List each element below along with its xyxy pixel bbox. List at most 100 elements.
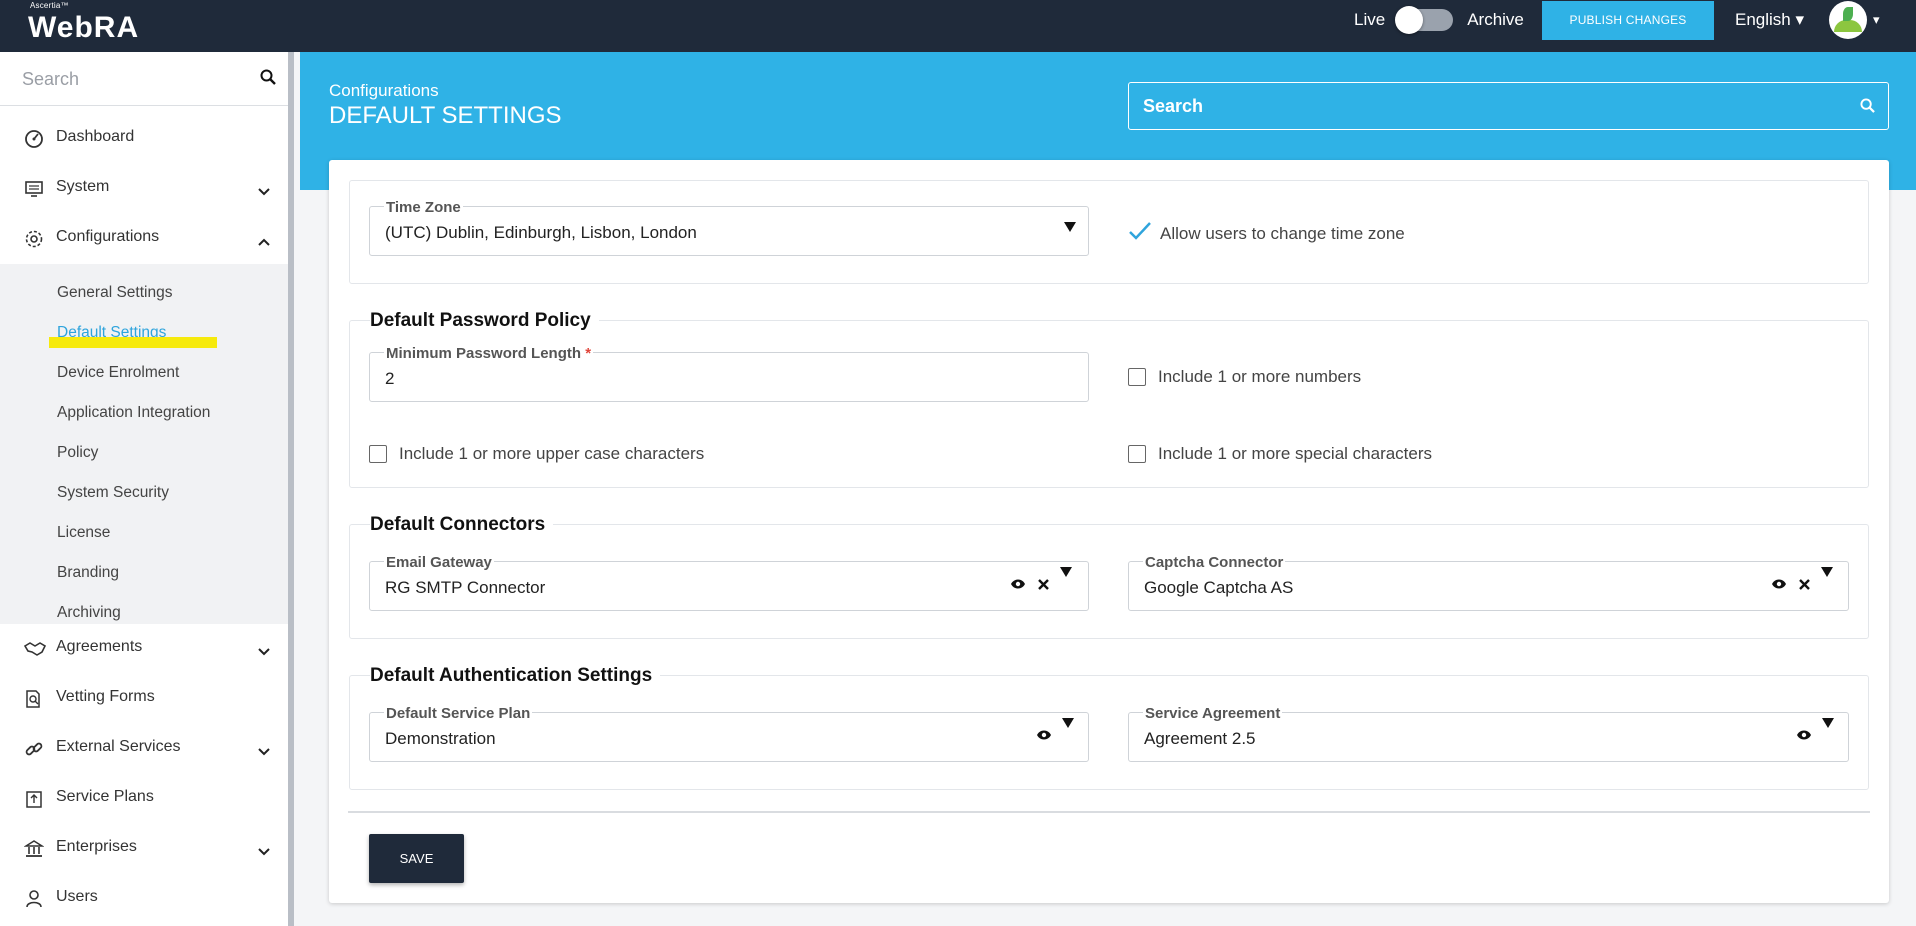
include-special-label: Include 1 or more special characters	[1158, 444, 1433, 463]
sidebar-item-label: System	[56, 178, 110, 195]
archive-label: Archive	[1467, 10, 1524, 29]
chevron-down-icon[interactable]	[258, 643, 270, 661]
language-selector[interactable]: English ▾	[1735, 10, 1804, 30]
main-search-input[interactable]	[1143, 93, 1833, 119]
main-search	[1128, 82, 1889, 130]
chevron-down-icon[interactable]: ▾	[1873, 12, 1880, 28]
timezone-value: (UTC) Dublin, Edinburgh, Lisbon, London	[385, 223, 697, 242]
sidebar-item-service-plans[interactable]: Service Plans	[0, 778, 288, 818]
eye-icon[interactable]	[1771, 577, 1787, 595]
dropdown-caret-icon[interactable]	[1060, 567, 1072, 595]
publish-changes-button[interactable]: PUBLISH CHANGES	[1542, 1, 1714, 40]
breadcrumb[interactable]: Configurations	[329, 81, 439, 101]
sidebar-item-external-services[interactable]: External Services	[0, 728, 288, 768]
chevron-down-icon[interactable]	[258, 843, 270, 861]
sidebar-item-system[interactable]: System	[0, 168, 288, 208]
plan-icon	[24, 789, 44, 809]
user-menu[interactable]: ▾	[1829, 1, 1880, 39]
sidebar-item-dashboard[interactable]: Dashboard	[0, 118, 288, 158]
min-password-length-text: Minimum Password Length	[386, 345, 582, 362]
include-uppercase-checkbox[interactable]: Include 1 or more upper case characters	[369, 444, 704, 464]
sidebar-item-label: Dashboard	[56, 128, 135, 145]
avatar-leaf	[1843, 7, 1853, 21]
sidebar-item-enterprises[interactable]: Enterprises	[0, 828, 288, 868]
avatar[interactable]	[1829, 1, 1867, 39]
sidebar-item-label: External Services	[56, 738, 181, 755]
include-numbers-label: Include 1 or more numbers	[1158, 367, 1362, 386]
search-icon[interactable]	[1860, 98, 1875, 118]
submenu-license[interactable]: License	[57, 524, 110, 542]
eye-icon[interactable]	[1036, 728, 1052, 746]
checkbox-icon[interactable]	[369, 445, 387, 463]
form-search-icon	[24, 689, 44, 709]
eye-icon[interactable]	[1796, 728, 1812, 746]
dropdown-caret-icon[interactable]	[1064, 222, 1076, 232]
dropdown-caret-icon[interactable]	[1821, 567, 1833, 595]
dropdown-caret-icon[interactable]	[1062, 718, 1074, 746]
captcha-connector-select[interactable]: Captcha Connector Google Captcha AS	[1128, 554, 1849, 611]
search-icon[interactable]	[260, 69, 276, 90]
avatar-hill	[1834, 20, 1862, 32]
sidebar-item-label: Service Plans	[56, 788, 154, 805]
save-button[interactable]: SAVE	[369, 834, 464, 883]
submenu-general-settings[interactable]: General Settings	[57, 284, 172, 302]
sidebar-item-label: Users	[56, 888, 98, 905]
submenu-application-integration[interactable]: Application Integration	[57, 404, 210, 422]
sidebar-item-agreements[interactable]: Agreements	[0, 628, 288, 668]
include-special-checkbox[interactable]: Include 1 or more special characters	[1128, 444, 1432, 464]
service-agreement-select[interactable]: Service Agreement Agreement 2.5	[1128, 705, 1849, 762]
submenu-system-security[interactable]: System Security	[57, 484, 169, 502]
sidebar-item-vetting-forms[interactable]: Vetting Forms	[0, 678, 288, 718]
sidebar-search	[0, 52, 288, 106]
brand-name: WebRA	[28, 11, 140, 44]
sidebar-search-input[interactable]	[22, 66, 242, 92]
dropdown-caret-icon[interactable]	[1822, 718, 1834, 746]
submenu-branding[interactable]: Branding	[57, 564, 119, 582]
min-password-length-value: 2	[385, 369, 395, 388]
eye-icon[interactable]	[1010, 577, 1026, 595]
timezone-label: Time Zone	[384, 199, 463, 216]
captcha-connector-value: Google Captcha AS	[1144, 578, 1294, 597]
min-password-length-field[interactable]: Minimum Password Length * 2	[369, 345, 1089, 402]
chevron-down-icon[interactable]	[258, 183, 270, 201]
service-agreement-value: Agreement 2.5	[1144, 729, 1256, 748]
sidebar-item-configurations[interactable]: Configurations	[0, 218, 288, 258]
default-service-plan-select[interactable]: Default Service Plan Demonstration	[369, 705, 1089, 762]
sidebar: Dashboard System Configurations General …	[0, 52, 294, 926]
gear-icon	[24, 229, 44, 249]
configurations-submenu: General Settings Default Settings Device…	[0, 264, 288, 624]
email-gateway-select[interactable]: Email Gateway RG SMTP Connector	[369, 554, 1089, 611]
close-icon[interactable]	[1038, 577, 1049, 595]
checkmark-icon	[1128, 221, 1152, 246]
handshake-icon	[23, 639, 47, 659]
toggle-knob	[1395, 6, 1424, 34]
email-gateway-controls	[1010, 567, 1072, 595]
bank-icon	[23, 839, 45, 859]
checkbox-icon[interactable]	[1128, 445, 1146, 463]
live-archive-toggle[interactable]	[1395, 6, 1454, 34]
timezone-select[interactable]: Time Zone (UTC) Dublin, Edinburgh, Lisbo…	[369, 199, 1089, 256]
sidebar-item-label: Configurations	[56, 228, 160, 245]
divider	[348, 811, 1870, 813]
user-icon	[24, 889, 44, 909]
sidebar-item-users[interactable]: Users	[0, 878, 288, 918]
service-plan-controls	[1036, 718, 1074, 746]
top-bar: Ascertia™ WebRA Live Archive PUBLISH CHA…	[0, 0, 1916, 52]
include-numbers-checkbox[interactable]: Include 1 or more numbers	[1128, 367, 1361, 387]
chevron-up-icon[interactable]	[258, 233, 270, 251]
live-label: Live	[1354, 10, 1386, 29]
service-agreement-controls	[1796, 718, 1834, 746]
allow-timezone-change-label: Allow users to change time zone	[1160, 223, 1405, 243]
chevron-down-icon[interactable]	[258, 743, 270, 761]
allow-timezone-change-checkbox[interactable]: Allow users to change time zone	[1128, 221, 1405, 246]
close-icon[interactable]	[1799, 577, 1810, 595]
checkbox-icon[interactable]	[1128, 368, 1146, 386]
required-marker: *	[585, 345, 592, 362]
page-title: DEFAULT SETTINGS	[329, 102, 562, 129]
submenu-device-enrolment[interactable]: Device Enrolment	[57, 364, 179, 382]
default-service-plan-value: Demonstration	[385, 729, 496, 748]
submenu-policy[interactable]: Policy	[57, 444, 98, 462]
submenu-archiving[interactable]: Archiving	[57, 604, 121, 622]
default-service-plan-label: Default Service Plan	[384, 705, 533, 722]
password-policy-title: Default Password Policy	[370, 310, 599, 332]
